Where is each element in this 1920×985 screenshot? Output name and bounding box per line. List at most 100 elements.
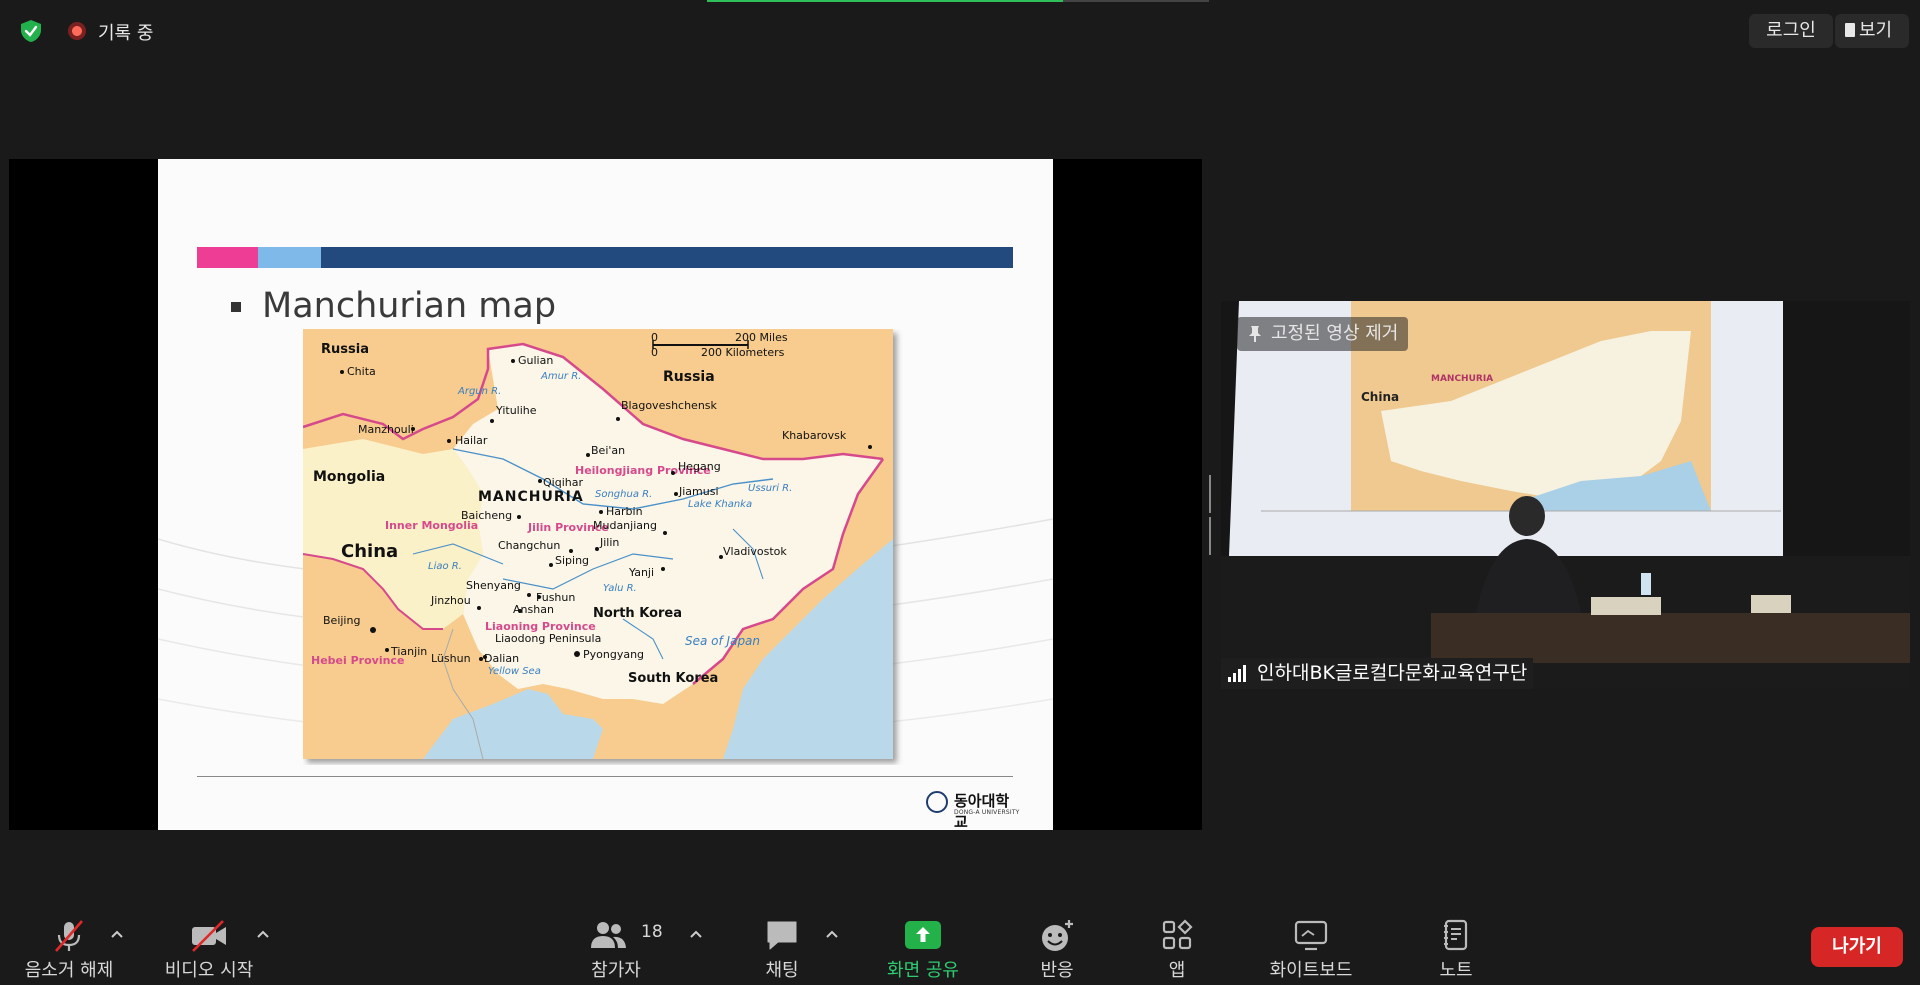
panel-resize-handle[interactable] <box>1209 475 1215 555</box>
whiteboard-icon <box>1294 920 1328 951</box>
map-sea-of-japan: Sea of Japan <box>685 634 760 648</box>
notes-icon <box>1444 919 1468 951</box>
map-city-hegang: Hegang <box>678 460 721 473</box>
map-city-dalian: Dalian <box>484 652 519 665</box>
video-options-chevron-up-icon[interactable] <box>256 929 270 939</box>
map-city-jinzhou: Jinzhou <box>430 594 471 607</box>
pinned-video-tile[interactable]: MANCHURIA China 고정된 영상 제거 인하대BK글로컬다문화교육연… <box>1221 301 1910 689</box>
top-progress-fill <box>707 0 1064 2</box>
recording-dot-icon <box>68 22 86 40</box>
map-city-pyongyang: Pyongyang <box>583 648 644 661</box>
map-country-south-korea: South Korea <box>628 671 718 686</box>
map-city-chita: Chita <box>347 365 376 378</box>
slide-title: Manchurian map <box>262 286 557 326</box>
map-city-manzhouli: Manzhouli <box>358 423 414 436</box>
recording-status[interactable]: 기록 중 <box>98 19 153 45</box>
share-screen-label: 화면 공유 <box>887 960 959 981</box>
map-country-north-korea: North Korea <box>593 606 682 621</box>
unpin-video-button[interactable]: 고정된 영상 제거 <box>1237 317 1409 351</box>
shared-screen[interactable]: Manchurian map 0 200 Miles 0 200 Kilomet… <box>9 159 1202 830</box>
participant-name: 인하대BK글로컬다문화교육연구단 <box>1257 662 1528 684</box>
slide-accent-bar-pink <box>197 247 258 268</box>
chat-bubble-icon <box>767 921 797 950</box>
map-country-mongolia: Mongolia <box>313 469 385 485</box>
map-city-anshan: Anshan <box>513 603 554 616</box>
participants-label: 참가자 <box>591 960 641 981</box>
participants-icon <box>591 922 626 948</box>
map-river-songhua: Songhua R. <box>595 489 652 500</box>
map-country-russia-west: Russia <box>321 342 369 357</box>
map-lake-khanka: Lake Khanka <box>688 499 752 510</box>
audio-options-chevron-up-icon[interactable] <box>110 929 124 939</box>
map-city-harbin: Harbin <box>606 505 643 518</box>
map-city-jiamusi: Jiamusi <box>678 485 719 498</box>
map-city-mudanjiang: Mudanjiang <box>593 519 657 532</box>
map-city-hailar: Hailar <box>455 434 488 447</box>
view-button-label: 보기 <box>1859 20 1893 41</box>
map-city-vladivostok: Vladivostok <box>723 545 787 558</box>
start-video-label: 비디오 시작 <box>164 960 254 981</box>
map-city-beian: Bei'an <box>591 444 625 457</box>
map-city-lushun: Lüshun <box>431 652 471 665</box>
map-city-blagoveshchensk: Blagoveshchensk <box>621 399 718 412</box>
map-city-jilin: Jilin <box>599 536 619 549</box>
participants-button[interactable]: 18 참가자 <box>585 905 663 985</box>
map-river-amur: Amur R. <box>540 371 581 382</box>
reactions-label: 반응 <box>1040 960 1074 981</box>
map-city-yitulihe: Yitulihe <box>495 404 537 417</box>
map-river-argun: Argun R. <box>457 386 501 397</box>
whiteboard-button[interactable]: 화이트보드 <box>1261 905 1361 985</box>
map-river-ussuri: Ussuri R. <box>748 483 792 494</box>
map-yellow-sea: Yellow Sea <box>488 666 541 677</box>
notes-button[interactable]: 노트 <box>1426 905 1486 985</box>
map-scale-km: 200 Kilometers <box>701 346 785 359</box>
signal-strength-icon <box>1228 665 1246 682</box>
reactions-button[interactable]: 반응 <box>1026 905 1088 985</box>
security-shield-icon[interactable] <box>18 18 44 44</box>
slide-accent-bar-navy <box>321 247 1013 268</box>
svg-text:MANCHURIA: MANCHURIA <box>1431 374 1493 384</box>
unmute-button[interactable]: 음소거 해제 <box>18 905 120 985</box>
map-river-liao: Liao R. <box>428 561 462 572</box>
map-city-tianjin: Tianjin <box>390 645 427 658</box>
apps-label: 앱 <box>1168 960 1186 981</box>
unmute-label: 음소거 해제 <box>24 960 114 981</box>
map-city-siping: Siping <box>555 554 589 567</box>
map-city-beijing: Beijing <box>323 614 360 627</box>
view-button[interactable]: 보기 <box>1835 14 1909 48</box>
view-layout-icon <box>1845 23 1855 37</box>
map-city-shenyang: Shenyang <box>466 579 521 592</box>
login-button[interactable]: 로그인 <box>1749 14 1833 48</box>
map-city-qiqihar: Qiqihar <box>543 476 583 489</box>
dong-a-university-logo: 동아대학교 DONG-A UNIVERSITY <box>926 789 1022 830</box>
start-video-button[interactable]: 비디오 시작 <box>156 905 262 985</box>
map-city-gulian: Gulian <box>518 354 553 367</box>
map-city-khabarovsk: Khabarovsk <box>782 429 847 442</box>
meeting-top-bar: 기록 중 로그인 보기 <box>0 0 1920 62</box>
logo-subtitle: DONG-A UNIVERSITY <box>954 809 1020 816</box>
map-country-russia-east: Russia <box>663 369 715 385</box>
leave-meeting-button[interactable]: 나가기 <box>1811 927 1903 967</box>
meeting-controls-toolbar: 음소거 해제 비디오 시작 18 참가자 채팅 화면 공유 반응 앱 화이트보드… <box>0 905 1920 985</box>
notes-label: 노트 <box>1439 960 1473 981</box>
emoji-reaction-icon <box>1042 920 1073 951</box>
chat-options-chevron-up-icon[interactable] <box>825 929 839 939</box>
svg-text:China: China <box>1361 390 1399 404</box>
map-liaodong-peninsula: Liaodong Peninsula <box>495 632 601 645</box>
manchuria-map: 0 200 Miles 0 200 Kilometers Russia Russ… <box>303 329 893 760</box>
map-city-yanji: Yanji <box>628 566 654 579</box>
share-screen-button[interactable]: 화면 공유 <box>878 905 968 985</box>
video-camera-off-icon <box>192 920 226 952</box>
participant-name-tag: 인하대BK글로컬다문화교육연구단 <box>1221 658 1534 689</box>
unpin-video-label: 고정된 영상 제거 <box>1271 323 1399 344</box>
video-feed: MANCHURIA China <box>1221 301 1910 689</box>
chat-button[interactable]: 채팅 <box>752 905 812 985</box>
presentation-slide: Manchurian map 0 200 Miles 0 200 Kilomet… <box>158 159 1053 830</box>
apps-icon <box>1162 919 1193 950</box>
map-scale-miles: 200 Miles <box>735 331 788 344</box>
participants-options-chevron-up-icon[interactable] <box>689 929 703 939</box>
map-scale-km-zero: 0 <box>651 346 658 359</box>
apps-button[interactable]: 앱 <box>1146 905 1208 985</box>
pin-icon <box>1249 326 1261 342</box>
whiteboard-label: 화이트보드 <box>1269 960 1353 981</box>
